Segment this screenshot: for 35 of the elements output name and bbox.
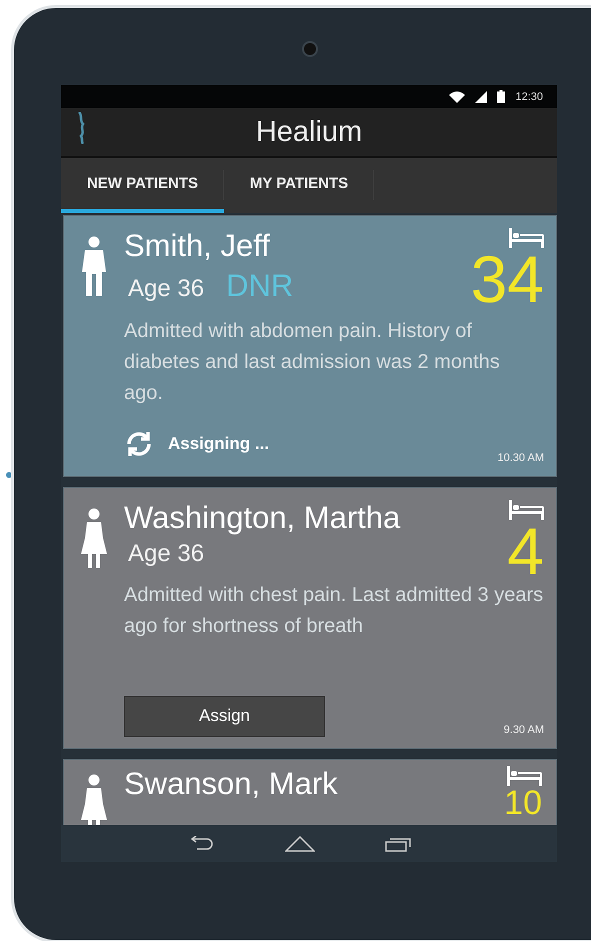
patient-name: Washington, Martha: [124, 500, 400, 536]
admit-time: 9.30 AM: [504, 724, 544, 738]
patient-age: Age 36: [128, 540, 204, 568]
patient-card[interactable]: Washington, Martha Age 36 Admitted with chest pain. Last admitted 3 years ago for shortness of breath Assign 4 9.30 AM: [63, 487, 557, 749]
camera-icon: [302, 41, 318, 57]
patient-note: Admitted with chest pain. Last admitted 3 years ago for shortness of breath: [124, 583, 544, 639]
indicator-dot: [6, 472, 12, 478]
man-icon: [81, 236, 107, 296]
bed-number: 10: [504, 786, 542, 820]
wifi-icon: [449, 90, 466, 102]
battery-icon: [497, 90, 506, 103]
bed-icon: [508, 500, 544, 520]
tab[interactable]: MY PATIENTS: [224, 158, 374, 213]
home-icon[interactable]: [285, 836, 315, 852]
patient-card[interactable]: Smith, Jeff Age 36 DNR Admitted with abdomen pain. History of diabetes and last admission was 2 months ago. Assigning ... 34 10.30 AM: [63, 215, 557, 477]
woman-icon: [81, 774, 107, 825]
bed-icon: [506, 766, 542, 786]
signal-icon: [475, 90, 488, 102]
patient-name: Swanson, Mark: [124, 766, 338, 802]
status-time: 12:30: [515, 90, 543, 102]
patient-note: Admitted with abdomen pain. History of diabetes and last admission was 2 months ago.: [124, 319, 501, 406]
dnr-label: DNR: [226, 268, 294, 304]
app-title: Healium: [256, 116, 362, 148]
woman-icon: [81, 508, 107, 568]
patient-age: Age 36: [128, 275, 204, 303]
assigning-status: Assigning ...: [168, 434, 270, 454]
assign-button[interactable]: Assign: [124, 696, 325, 736]
admit-time: 10.30 AM: [498, 452, 544, 466]
bed-icon: [508, 228, 544, 248]
patient-card[interactable]: Swanson, Mark 10: [63, 759, 557, 825]
bed-number: 4: [507, 520, 544, 582]
recent-apps-icon[interactable]: [385, 836, 411, 852]
patient-name: Smith, Jeff: [124, 228, 270, 264]
bed-number: 34: [470, 248, 544, 310]
logo-icon: [77, 112, 87, 144]
